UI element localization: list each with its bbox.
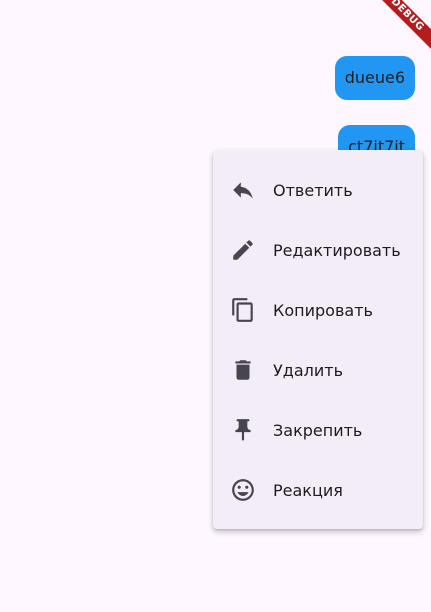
menu-item-delete[interactable]: Удалить — [213, 340, 423, 400]
reply-icon — [230, 177, 256, 203]
emoji-icon — [230, 477, 256, 503]
menu-item-copy[interactable]: Копировать — [213, 280, 423, 340]
menu-item-label: Ответить — [273, 180, 353, 200]
message-bubble[interactable]: dueue6 — [334, 56, 415, 100]
delete-icon — [230, 357, 256, 383]
menu-item-reply[interactable]: Ответить — [213, 160, 423, 220]
edit-icon — [230, 237, 256, 263]
menu-item-reaction[interactable]: Реакция — [213, 460, 423, 520]
message-context-menu: Ответить Редактировать Копировать Удалит… — [213, 150, 423, 529]
debug-banner: DEBUG — [371, 0, 431, 60]
menu-item-edit[interactable]: Редактировать — [213, 220, 423, 280]
menu-item-label: Закрепить — [273, 420, 363, 440]
message-text: dueue6 — [344, 68, 405, 87]
menu-item-label: Редактировать — [273, 240, 401, 260]
copy-icon — [230, 297, 256, 323]
debug-banner-label: DEBUG — [371, 0, 431, 56]
pin-icon — [230, 417, 256, 443]
menu-item-label: Копировать — [273, 300, 373, 320]
menu-item-pin[interactable]: Закрепить — [213, 400, 423, 460]
menu-item-label: Удалить — [273, 360, 343, 380]
menu-item-label: Реакция — [273, 480, 343, 500]
